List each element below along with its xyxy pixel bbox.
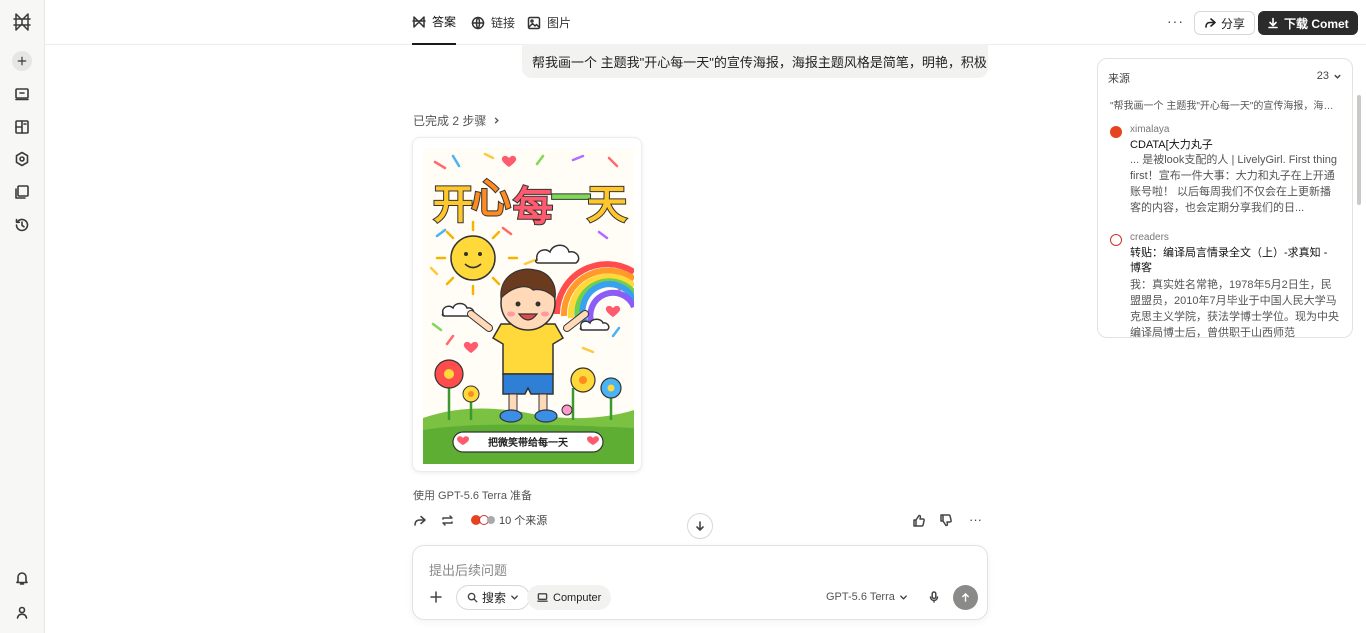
follow-up-composer[interactable]: 提出后续问题 搜索 Computer GPT-5.6 Terra: [412, 545, 988, 620]
more-actions-icon[interactable]: ···: [969, 512, 982, 527]
search-mode-dropdown[interactable]: 搜索: [456, 585, 531, 610]
spaces-icon[interactable]: [12, 149, 32, 169]
thumbs-down-icon[interactable]: [939, 514, 952, 530]
model-note: 使用 GPT-5.6 Terra 准备: [413, 490, 532, 502]
answer-icon: [412, 15, 426, 28]
rewrite-icon[interactable]: [441, 514, 454, 530]
arrow-down-icon: [696, 521, 704, 531]
generated-image-card[interactable]: 开 心 每 一 天 把微笑带给每一天: [412, 137, 642, 472]
source-site: ximalaya: [1130, 124, 1170, 135]
new-thread-button[interactable]: [12, 51, 32, 71]
attach-plus-icon[interactable]: [429, 590, 443, 607]
microphone-icon[interactable]: [928, 591, 940, 606]
source-item[interactable]: creaders 转贴：编译局言情录全文（上）-求真知 - 博客 我：真实姓名常…: [1110, 232, 1340, 338]
tab-links[interactable]: 链接: [471, 0, 515, 45]
share-answer-icon[interactable]: [413, 514, 426, 530]
share-button[interactable]: 分享: [1194, 11, 1256, 35]
tab-answer[interactable]: 答案: [412, 0, 457, 45]
notification-bell-icon[interactable]: [12, 568, 32, 588]
poster-title-char-3: 每: [513, 184, 553, 230]
perplexity-logo-icon[interactable]: [12, 12, 32, 32]
chevron-down-icon: [1334, 74, 1341, 79]
steps-label: 已完成 2 步骤: [413, 114, 487, 128]
computer-mode-label: Computer: [553, 591, 602, 604]
scroll-to-bottom-button[interactable]: [687, 513, 713, 539]
sources-count: 23: [1316, 70, 1329, 82]
image-icon: [527, 16, 541, 29]
poster-title-char-1: 开: [433, 182, 473, 228]
creaders-favicon-icon: [1110, 234, 1122, 246]
share-icon: [1205, 18, 1216, 28]
download-icon: [1268, 17, 1278, 29]
search-mode-label: 搜索: [482, 591, 507, 605]
tab-answer-label: 答案: [432, 15, 457, 29]
sources-count-toggle[interactable]: 23: [1317, 70, 1342, 82]
library-icon[interactable]: [12, 182, 32, 202]
chevron-down-icon: [900, 594, 907, 600]
sources-query-line[interactable]: "帮我画一个 主题我"开心每一天"的宣传海报，海报...: [1110, 97, 1338, 112]
tab-links-label: 链接: [491, 16, 516, 30]
poster-title-char-4: 一: [551, 176, 591, 222]
user-query-bubble: 帮我画一个 主题我"开心每一天"的宣传海报，海报主题风格是简笔，明艳，积极: [522, 44, 988, 78]
share-label: 分享: [1221, 16, 1246, 31]
submit-button[interactable]: [953, 585, 978, 610]
computer-mode-button[interactable]: Computer: [527, 585, 612, 610]
source-site: creaders: [1130, 232, 1169, 243]
ximalaya-favicon-icon: [1110, 126, 1122, 138]
tab-images[interactable]: 图片: [527, 0, 571, 45]
computer-icon: [537, 593, 548, 602]
tab-images-label: 图片: [547, 16, 572, 30]
chevron-right-icon: [495, 117, 500, 124]
source-favicon-icon: [487, 516, 495, 524]
sources-button[interactable]: 10 个来源: [471, 512, 547, 528]
download-comet-button[interactable]: 下载 Comet: [1258, 11, 1358, 35]
follow-up-input[interactable]: 提出后续问题: [429, 560, 507, 579]
steps-completed-toggle[interactable]: 已完成 2 步骤: [413, 112, 501, 129]
poster-title-char-5: 天: [587, 182, 627, 228]
poster-banner-text: 把微笑带给每一天: [488, 436, 569, 449]
poster-title-char-2: 心: [471, 176, 511, 222]
plus-icon: [12, 51, 32, 71]
home-icon[interactable]: [12, 84, 32, 104]
globe-icon: [471, 16, 485, 29]
account-avatar-icon[interactable]: [12, 602, 32, 622]
generated-poster-image: 开 心 每 一 天 把微笑带给每一天: [423, 148, 637, 464]
source-item[interactable]: ximalaya CDATA[大力丸子 ... 是被look支配的人 | Liv…: [1110, 124, 1340, 218]
arrow-up-icon: [962, 593, 969, 602]
chevron-down-icon: [511, 595, 518, 600]
sources-panel-title: 来源: [1108, 73, 1130, 85]
model-selector[interactable]: GPT-5.6 Terra: [826, 591, 908, 603]
download-label: 下载 Comet: [1284, 16, 1349, 31]
sources-panel: 来源 23 "帮我画一个 主题我"开心每一天"的宣传海报，海报... ximal…: [1097, 58, 1353, 338]
sources-count-label: 10 个来源: [499, 515, 548, 527]
more-options-button[interactable]: ···: [1167, 13, 1184, 29]
history-icon[interactable]: [12, 215, 32, 235]
discover-icon[interactable]: [12, 117, 32, 137]
page-scrollbar[interactable]: [1357, 95, 1361, 205]
model-selector-label: GPT-5.6 Terra: [826, 591, 895, 603]
search-icon: [467, 592, 478, 603]
top-bar: 答案 链接 图片 ··· 分享 下载 Comet: [45, 0, 1366, 45]
source-title: CDATA[大力丸子: [1130, 139, 1213, 151]
left-sidebar: [0, 0, 45, 633]
thumbs-up-icon[interactable]: [912, 514, 925, 530]
source-title: 转贴：编译局言情录全文（上）-求真知 - 博客: [1130, 247, 1328, 274]
source-snippet: ... 是被look支配的人 | LivelyGirl. First thing…: [1130, 154, 1338, 214]
source-snippet: 我：真实姓名常艳，1978年5月2日生，民盟盟员，2010年7月毕业于中国人民大…: [1130, 279, 1339, 338]
